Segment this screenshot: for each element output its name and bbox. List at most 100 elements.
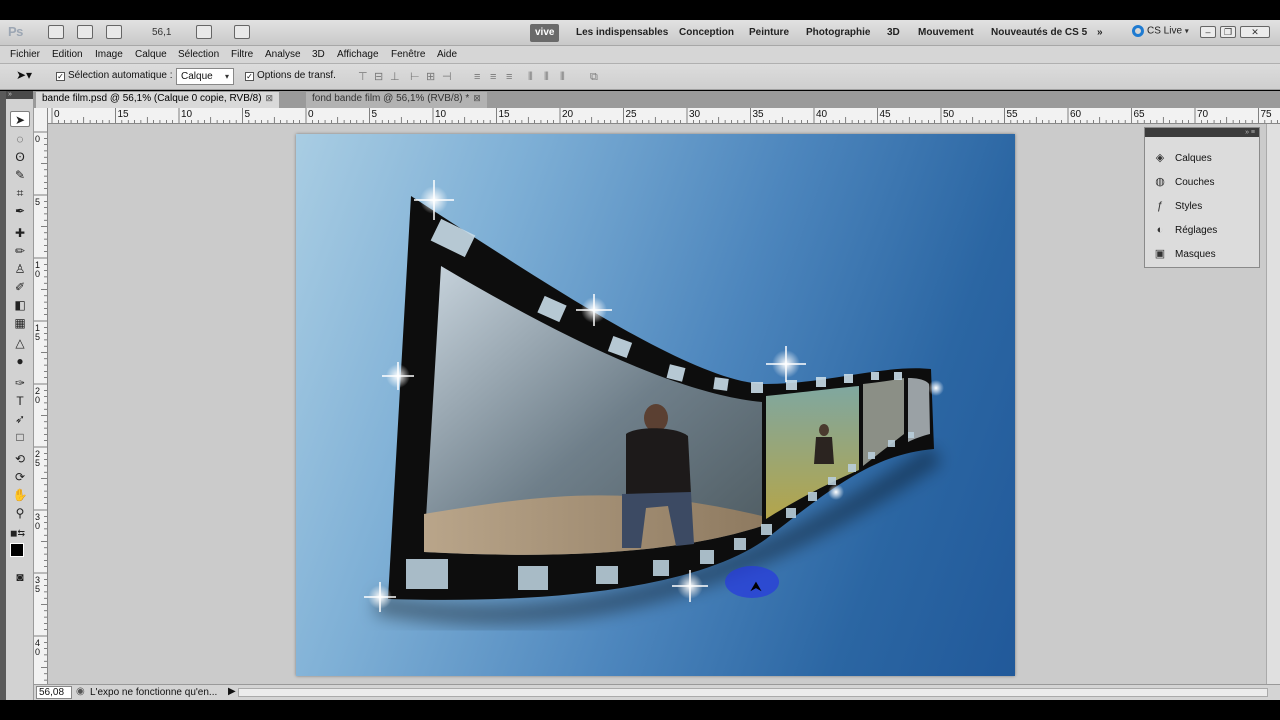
menu-file[interactable]: Fichier	[10, 49, 40, 60]
history-brush-icon[interactable]: ✐	[10, 279, 30, 295]
move-tool-preset-icon[interactable]: ➤▾	[16, 68, 32, 82]
zoom-level[interactable]: 56,1	[152, 27, 171, 38]
auto-select-checkbox[interactable]: ✓ Sélection automatique :	[56, 70, 173, 81]
panel-adjustments[interactable]: ◐ Réglages	[1153, 220, 1257, 240]
crop-tool-icon[interactable]: ⌗	[10, 185, 30, 201]
menu-analysis[interactable]: Analyse	[265, 49, 301, 60]
workspace-new-cs5[interactable]: Nouveautés de CS 5	[986, 24, 1092, 42]
minimize-button[interactable]: –	[1200, 26, 1216, 38]
eyedropper-tool-icon[interactable]: ✒	[10, 203, 30, 219]
panel-masks[interactable]: ▣ Masques	[1153, 244, 1257, 264]
marquee-tool-icon[interactable]: ◌	[10, 131, 30, 147]
vertical-scrollbar[interactable]	[1266, 124, 1280, 684]
gradient-tool-icon[interactable]: ▦	[10, 315, 30, 331]
auto-select-dropdown[interactable]: Calque ▾	[176, 68, 234, 85]
tab-fond-bande-film[interactable]: fond bande film @ 56,1% (RVB/8) * ⊠	[306, 92, 487, 108]
align-hcenter-icon[interactable]: ⊞	[426, 71, 438, 83]
ruler-label: 0	[54, 109, 60, 120]
ruler-label: 0	[308, 109, 314, 120]
eraser-tool-icon[interactable]: ◧	[10, 297, 30, 313]
status-info-icon[interactable]: ◉	[76, 686, 85, 697]
align-left-icon[interactable]: ⊢	[410, 71, 422, 83]
workspace-motion[interactable]: Mouvement	[913, 24, 979, 42]
vertical-ruler[interactable]: 0510152025303540	[34, 108, 48, 684]
workspace-painting[interactable]: Peinture	[744, 24, 794, 42]
align-top-icon[interactable]: ⊤	[358, 71, 370, 83]
menu-help[interactable]: Aide	[437, 49, 457, 60]
screen-mode-icon[interactable]	[234, 25, 250, 39]
lasso-tool-icon[interactable]: ʘ	[10, 149, 30, 165]
workspace-design[interactable]: Conception	[674, 24, 739, 42]
quick-selection-tool-icon[interactable]: ✎	[10, 167, 30, 183]
menu-image[interactable]: Image	[95, 49, 123, 60]
shape-tool-icon[interactable]: □	[10, 429, 30, 445]
arrange-documents-icon[interactable]	[196, 25, 212, 39]
menu-3d[interactable]: 3D	[312, 49, 325, 60]
default-colors-icon[interactable]: ◼⇆	[10, 525, 30, 541]
panel-styles[interactable]: ƒ Styles	[1153, 196, 1257, 216]
menu-layer[interactable]: Calque	[135, 49, 167, 60]
tab-bande-film[interactable]: bande film.psd @ 56,1% (Calque 0 copie, …	[36, 92, 280, 108]
align-bottom-icon[interactable]: ⊥	[390, 71, 402, 83]
distribute-bottom-icon[interactable]: ≡	[506, 71, 518, 83]
panel-dock-header[interactable]: » ≡	[1145, 128, 1259, 137]
transform-controls-label: Options de transf.	[257, 70, 336, 81]
dodge-tool-icon[interactable]: ●	[10, 353, 30, 369]
align-vcenter-icon[interactable]: ⊟	[374, 71, 386, 83]
panel-layers[interactable]: ◈ Calques	[1153, 148, 1257, 168]
panel-styles-label: Styles	[1175, 201, 1203, 212]
transform-controls-checkbox[interactable]: ✓ Options de transf.	[245, 70, 336, 81]
more-workspaces-button[interactable]: »	[1092, 24, 1108, 42]
path-selection-icon[interactable]: ➶	[10, 411, 30, 427]
close-tab-icon[interactable]: ⊠	[473, 93, 481, 103]
close-tab-icon[interactable]: ⊠	[266, 93, 274, 103]
3d-orbit-icon[interactable]: ⟳	[10, 469, 30, 485]
pen-tool-icon[interactable]: ✑	[10, 375, 30, 391]
distribute-right-icon[interactable]: ⦀	[560, 71, 572, 83]
status-zoom-field[interactable]: 56,08	[36, 686, 72, 699]
move-tool-icon[interactable]: ➤	[10, 111, 30, 127]
status-menu-arrow-icon[interactable]: ▶	[228, 686, 236, 697]
menu-edit[interactable]: Edition	[52, 49, 83, 60]
document-canvas[interactable]	[296, 134, 1015, 676]
distribute-hcenter-icon[interactable]: ⦀	[544, 71, 556, 83]
restore-button[interactable]: ❐	[1220, 26, 1236, 38]
3d-rotate-icon[interactable]: ⟲	[10, 451, 30, 467]
foreground-color-swatch[interactable]	[10, 543, 24, 557]
close-button[interactable]: ✕	[1240, 26, 1270, 38]
hand-tool-icon[interactable]: ✋	[10, 487, 30, 503]
horizontal-ruler-ticks: 0 15 10 5 0 5 10 15 20 25 30 35 40 45 50 55 60 65 70 75	[51, 108, 1278, 123]
distribute-left-icon[interactable]: ⦀	[528, 71, 540, 83]
status-message: L'expo ne fonctionne qu'en...	[90, 687, 218, 698]
type-tool-icon[interactable]: T	[10, 393, 30, 409]
quick-mask-icon[interactable]: ◙	[10, 569, 30, 585]
horizontal-scrollbar[interactable]	[238, 688, 1268, 697]
view-extras-icon[interactable]	[106, 25, 122, 39]
brush-tool-icon[interactable]: ✏	[10, 243, 30, 259]
clone-stamp-icon[interactable]: ♙	[10, 261, 30, 277]
workspace-vive[interactable]: vive	[530, 24, 560, 42]
workspace-essentials[interactable]: Les indispensables	[571, 24, 673, 42]
menu-view[interactable]: Affichage	[337, 49, 379, 60]
ruler-label: 0	[35, 269, 40, 279]
auto-align-icon[interactable]: ⧉	[590, 71, 602, 83]
panel-channels[interactable]: ◍ Couches	[1153, 172, 1257, 192]
distribute-top-icon[interactable]: ≡	[474, 71, 486, 83]
mini-bridge-icon[interactable]	[77, 25, 93, 39]
menu-select[interactable]: Sélection	[178, 49, 219, 60]
blur-tool-icon[interactable]: △	[10, 335, 30, 351]
menu-filter[interactable]: Filtre	[231, 49, 253, 60]
menu-window[interactable]: Fenêtre	[391, 49, 425, 60]
workspace-photography[interactable]: Photographie	[801, 24, 875, 42]
ruler-label: 0	[35, 647, 40, 657]
zoom-tool-icon[interactable]: ⚲	[10, 505, 30, 521]
cs-live-button[interactable]: CS Live ▾	[1132, 25, 1189, 37]
bridge-icon[interactable]	[48, 25, 64, 39]
distribute-vcenter-icon[interactable]: ≡	[490, 71, 502, 83]
healing-brush-icon[interactable]: ✚	[10, 225, 30, 241]
workspace-3d[interactable]: 3D	[882, 24, 905, 42]
horizontal-ruler[interactable]: 0 15 10 5 0 5 10 15 20 25 30 35 40 45 50 55 60 65 70 75	[48, 108, 1280, 124]
tools-panel-header[interactable]: »	[6, 91, 33, 99]
align-right-icon[interactable]: ⊣	[442, 71, 454, 83]
panel-channels-label: Couches	[1175, 177, 1215, 188]
